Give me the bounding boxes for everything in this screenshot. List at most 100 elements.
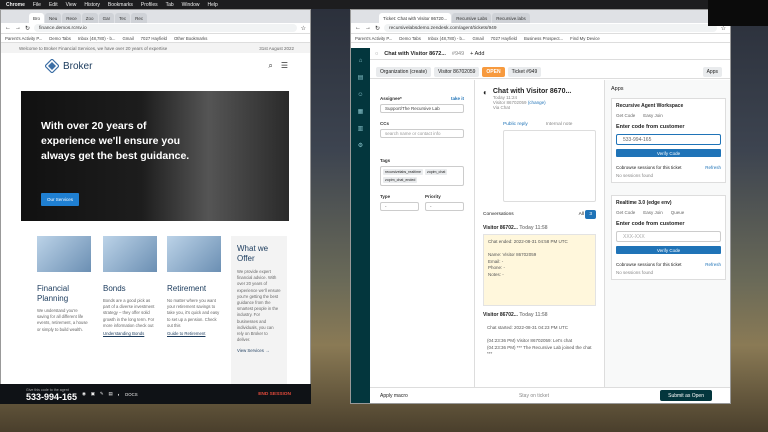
tab-recursive-labs[interactable]: Recursive Labs bbox=[452, 13, 492, 23]
tab-easy-join[interactable]: Easy Join bbox=[643, 113, 663, 118]
tag-chip[interactable]: zopim_chat_ended bbox=[383, 177, 418, 183]
refresh-link[interactable]: Refresh bbox=[705, 165, 721, 170]
broker-logo[interactable]: Broker bbox=[45, 59, 92, 73]
customer-code-input[interactable]: XXX-XXX bbox=[616, 231, 721, 242]
breadcrumb-organization[interactable]: Organization (create) bbox=[376, 67, 431, 77]
conversations-dropdown[interactable]: Conversations bbox=[483, 212, 514, 217]
end-session-button[interactable]: END SESSION bbox=[258, 392, 291, 397]
customer-code-input[interactable]: 533-994-165 bbox=[616, 134, 721, 145]
bookmark-item[interactable]: Inbox (48,780) - b... bbox=[78, 36, 116, 41]
add-tab-button[interactable]: + Add bbox=[470, 51, 484, 57]
our-services-button[interactable]: Our Services bbox=[41, 193, 79, 206]
tool-icon[interactable]: ◐ bbox=[118, 392, 121, 397]
reload-icon[interactable]: ↻ bbox=[375, 25, 380, 32]
card-link[interactable]: Guide to Retirement bbox=[167, 331, 221, 336]
tool-icon[interactable]: ▣ bbox=[91, 391, 95, 397]
forward-icon[interactable]: → bbox=[15, 25, 21, 31]
tab-2[interactable]: Neu bbox=[45, 13, 62, 23]
tab-3[interactable]: Rece bbox=[62, 13, 81, 23]
tags-field[interactable]: recursivelabs_realtime zopim_chat zopim_… bbox=[380, 166, 464, 186]
verify-code-button[interactable]: Verify Code bbox=[616, 246, 721, 254]
menubar-tab[interactable]: Tab bbox=[166, 2, 174, 8]
tab-get-code[interactable]: Get Code bbox=[616, 210, 635, 215]
priority-select[interactable]: - bbox=[425, 202, 464, 211]
view-services-link[interactable]: View Services → bbox=[237, 348, 281, 353]
customers-icon[interactable]: ☺ bbox=[357, 92, 364, 99]
ticket-breadcrumb-bar: Organization (create) Visitor 86702059 O… bbox=[370, 66, 730, 79]
submit-button[interactable]: Submit as Open bbox=[660, 390, 712, 401]
type-select[interactable]: - bbox=[380, 202, 419, 211]
reply-editor[interactable] bbox=[503, 130, 596, 202]
menubar-view[interactable]: View bbox=[66, 2, 77, 8]
assignee-select[interactable]: Support/The Recursive Lab bbox=[380, 104, 464, 113]
organizations-icon[interactable]: ▦ bbox=[357, 109, 364, 116]
menubar-window[interactable]: Window bbox=[182, 2, 200, 8]
tab-recursive-labs-2[interactable]: Recursive.labs bbox=[492, 13, 530, 23]
tag-chip[interactable]: zopim_chat bbox=[424, 169, 448, 175]
bookmark-item[interactable]: Other Bookmarks bbox=[174, 36, 207, 41]
change-requester-link[interactable]: (change) bbox=[528, 100, 546, 105]
tab-easy-join[interactable]: Easy Join bbox=[643, 210, 663, 215]
bookmark-item[interactable]: Parent's Activity P... bbox=[5, 36, 42, 41]
menubar-help[interactable]: Help bbox=[207, 2, 217, 8]
left-address-bar: ← → ↻ finance.demos.rcrsv.io ☆ bbox=[1, 23, 310, 34]
stay-on-ticket-select[interactable]: Stay on ticket bbox=[519, 393, 549, 399]
bookmark-item[interactable]: Inbox (48,780) - b... bbox=[428, 36, 466, 41]
tab-7[interactable]: Rec bbox=[131, 13, 148, 23]
tab-6[interactable]: Tec bbox=[115, 13, 131, 23]
card-link[interactable]: Understanding Bonds bbox=[103, 331, 157, 336]
tab-5[interactable]: Gar bbox=[98, 13, 115, 23]
apply-macro-button[interactable]: Apply macro bbox=[380, 393, 408, 399]
cc-input[interactable]: search name or contact info bbox=[380, 129, 464, 138]
tool-icon[interactable]: ▤ bbox=[108, 391, 112, 397]
bookmark-item[interactable]: Find My Device bbox=[570, 36, 600, 41]
breadcrumb-ticket[interactable]: Ticket #949 bbox=[507, 67, 542, 77]
video-icon[interactable]: ◉ bbox=[82, 391, 86, 397]
reporting-icon[interactable]: ▥ bbox=[357, 126, 364, 133]
menubar-profiles[interactable]: Profiles bbox=[141, 2, 158, 8]
views-icon[interactable]: ▤ bbox=[357, 75, 364, 82]
url-input[interactable]: finance.demos.rcrsv.io bbox=[34, 24, 297, 32]
docs-button[interactable]: DOCS bbox=[125, 392, 137, 397]
bookmark-item[interactable]: Demo Tabs bbox=[399, 36, 421, 41]
ticket-tab-title[interactable]: Chat with Visitor 8672... bbox=[384, 51, 446, 57]
apps-button[interactable]: Apps bbox=[702, 67, 722, 77]
settings-icon[interactable]: ⚙ bbox=[357, 143, 364, 150]
hamburger-menu-icon[interactable]: ☰ bbox=[281, 61, 288, 71]
bookmark-item[interactable]: Parent's Activity P... bbox=[355, 36, 392, 41]
tab-broker[interactable]: Bro bbox=[29, 13, 45, 23]
menubar-app[interactable]: Chrome bbox=[6, 2, 25, 8]
tab-4[interactable]: Zoo bbox=[81, 13, 98, 23]
bookmark-item[interactable]: Gmail bbox=[472, 36, 483, 41]
back-icon[interactable]: ← bbox=[5, 25, 11, 31]
reload-icon[interactable]: ↻ bbox=[25, 25, 30, 32]
tab-get-code[interactable]: Get Code bbox=[616, 113, 635, 118]
tab-internal-note[interactable]: Internal note bbox=[546, 122, 573, 127]
tab-queue[interactable]: Queue bbox=[671, 210, 685, 215]
take-it-link[interactable]: take it bbox=[451, 96, 464, 101]
url-input[interactable]: recursivelabsdemo.zendesk.com/agent/tick… bbox=[384, 24, 717, 32]
refresh-link[interactable]: Refresh bbox=[705, 262, 721, 267]
bookmark-item[interactable]: Gmail bbox=[122, 36, 133, 41]
bookmark-item[interactable]: 7027 Hayfield bbox=[491, 36, 517, 41]
bookmark-item[interactable]: Demo Tabs bbox=[49, 36, 71, 41]
back-icon[interactable]: ← bbox=[355, 25, 361, 31]
star-icon[interactable]: ☆ bbox=[301, 25, 306, 32]
bookmark-item[interactable]: 7027 Hayfield bbox=[141, 36, 167, 41]
bookmark-item[interactable]: Business Prospect... bbox=[524, 36, 563, 41]
filter-all[interactable]: All bbox=[579, 212, 584, 217]
menubar-file[interactable]: File bbox=[33, 2, 41, 8]
home-icon[interactable]: ⌂ bbox=[357, 58, 364, 65]
tab-public-reply[interactable]: Public reply bbox=[503, 122, 528, 127]
tool-icon[interactable]: ✎ bbox=[100, 391, 104, 397]
verify-code-button[interactable]: Verify Code bbox=[616, 149, 721, 157]
tab-zendesk-ticket[interactable]: Ticket: Chat with Visitor 86720... bbox=[379, 13, 452, 23]
menubar-bookmarks[interactable]: Bookmarks bbox=[108, 2, 133, 8]
menubar-history[interactable]: History bbox=[84, 2, 100, 8]
breadcrumb-visitor[interactable]: Visitor 86702059 bbox=[433, 67, 480, 77]
type-label: Type bbox=[380, 194, 391, 199]
forward-icon[interactable]: → bbox=[365, 25, 371, 31]
search-icon[interactable]: ⌕ bbox=[268, 61, 272, 71]
menubar-edit[interactable]: Edit bbox=[49, 2, 58, 8]
tag-chip[interactable]: recursivelabs_realtime bbox=[383, 169, 423, 175]
